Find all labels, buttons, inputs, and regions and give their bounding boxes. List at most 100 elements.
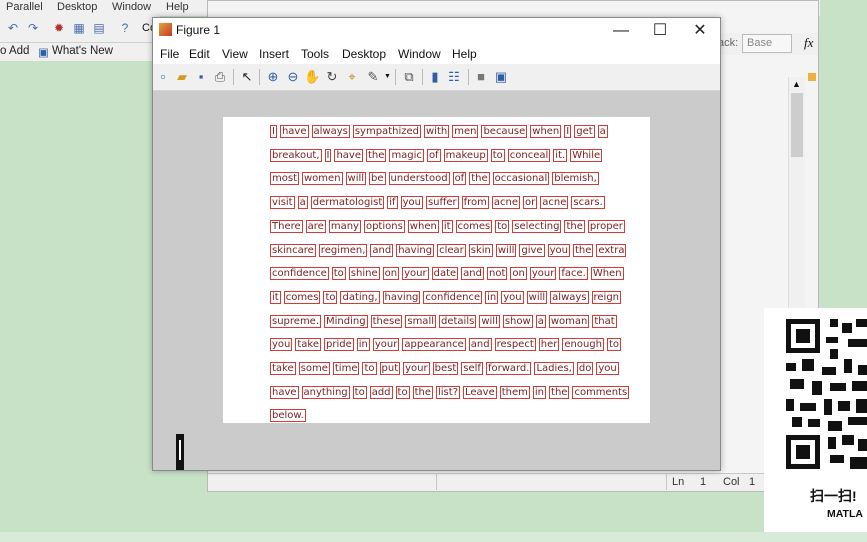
word-box: it: [441, 219, 453, 233]
word-box: There: [270, 219, 303, 233]
stack-select[interactable]: Base: [742, 34, 792, 53]
menu-parallel[interactable]: Parallel: [6, 1, 43, 13]
word-box: will: [495, 243, 517, 257]
word-box: a: [597, 125, 608, 138]
link-icon[interactable]: ⧉: [401, 69, 417, 85]
menu-help[interactable]: Help: [166, 1, 189, 13]
status-position: Ln 1 Col 1: [666, 474, 767, 490]
profiler-icon[interactable]: ▤: [92, 21, 106, 35]
word-box: shine: [348, 267, 380, 281]
text-line: have anything to add to the list? Leave them in th…: [270, 385, 632, 399]
scroll-thumb[interactable]: [791, 93, 803, 157]
scroll-up-icon[interactable]: ▲: [792, 79, 801, 89]
word-box: to: [331, 267, 346, 281]
word-box: give: [519, 243, 545, 257]
open-icon[interactable]: ▰: [174, 69, 190, 85]
menu-desktop[interactable]: Desktop: [342, 47, 386, 61]
rotate-icon[interactable]: ↻: [324, 69, 340, 85]
minimize-button[interactable]: —: [601, 20, 641, 42]
word-box: add: [369, 385, 393, 399]
hide-plot-tools-icon[interactable]: ■: [473, 69, 489, 85]
show-plot-tools-icon[interactable]: ▣: [493, 69, 509, 85]
word-box: the: [572, 243, 594, 257]
close-button[interactable]: ✕: [680, 20, 720, 42]
word-box: you: [501, 290, 524, 304]
figure-canvas[interactable]: Ihave always sympathized with men because when…: [153, 91, 720, 470]
word-box: most: [270, 172, 299, 186]
ln-value: 1: [700, 476, 707, 488]
toolbar-separator: [422, 69, 423, 85]
word-box: show: [502, 314, 533, 328]
word-box: face.: [559, 267, 588, 281]
legend-icon[interactable]: ☷: [446, 69, 462, 85]
word-box: you: [400, 196, 423, 210]
word-box: best: [432, 362, 459, 375]
text-line: skincare regimen, and having clear skin will gi…: [270, 243, 629, 257]
zoom-out-icon[interactable]: ⊖: [285, 69, 301, 85]
add-shortcut-link[interactable]: o Add: [0, 45, 29, 57]
editor-toolstrip: ack: Base fx: [718, 33, 818, 55]
word-box: pride: [324, 338, 354, 352]
word-box: to: [495, 219, 510, 233]
colorbar-icon[interactable]: ▮: [427, 69, 443, 85]
data-cursor-icon[interactable]: ⌖: [344, 69, 360, 85]
word-box: acne: [491, 196, 521, 210]
pointer-icon[interactable]: ↖: [239, 69, 255, 85]
word-box: Minding: [324, 314, 368, 328]
word-box: to: [362, 362, 377, 375]
word-box: clear: [437, 243, 466, 257]
menu-window[interactable]: Window: [112, 1, 151, 13]
menu-tools[interactable]: Tools: [301, 47, 329, 61]
word-box: selecting: [512, 219, 562, 233]
new-figure-icon[interactable]: ▫: [155, 69, 171, 85]
word-box: if: [387, 196, 398, 210]
menu-desktop[interactable]: Desktop: [57, 1, 97, 13]
word-box: comes: [455, 219, 493, 233]
menu-insert[interactable]: Insert: [259, 47, 289, 61]
menu-file[interactable]: File: [160, 47, 179, 61]
save-icon[interactable]: ▪: [193, 69, 209, 85]
zoom-in-icon[interactable]: ⊕: [265, 69, 281, 85]
word-box: the: [366, 148, 387, 162]
text-line: visit a dermatologist if you suffer from acne or…: [270, 196, 608, 210]
whats-new-link[interactable]: What's New: [52, 45, 113, 57]
word-box: occasional: [492, 172, 550, 186]
toolbar-separator: [468, 69, 469, 85]
word-box: list?: [436, 385, 460, 399]
word-box: will: [345, 172, 367, 186]
editor-statusbar: Ln 1 Col 1: [208, 473, 818, 491]
brush-dropdown-icon[interactable]: ▼: [384, 73, 391, 80]
maximize-button[interactable]: ☐: [640, 20, 680, 42]
word-box: Ladies,: [534, 362, 574, 375]
redo-icon[interactable]: ↷: [26, 21, 40, 35]
word-box: women: [302, 172, 343, 186]
word-box: proper: [587, 219, 625, 233]
menu-edit[interactable]: Edit: [189, 47, 210, 61]
word-box: in: [532, 385, 547, 399]
pan-icon[interactable]: ✋: [304, 69, 320, 85]
brush-icon[interactable]: ✎: [365, 69, 381, 85]
word-box: always: [550, 290, 589, 304]
guide-icon[interactable]: ▦: [72, 21, 86, 35]
print-icon[interactable]: ⎙: [212, 69, 228, 85]
menu-help[interactable]: Help: [452, 47, 477, 61]
word-box: appearance: [402, 338, 466, 352]
word-box: details: [439, 314, 477, 328]
word-box: confidence: [423, 290, 483, 304]
simulink-icon[interactable]: ✹: [52, 21, 66, 35]
help-icon[interactable]: ?: [118, 21, 132, 35]
word-box: have: [279, 125, 309, 138]
fx-icon[interactable]: fx: [804, 35, 813, 51]
word-box: sympathized: [352, 125, 421, 138]
word-box: Leave: [463, 385, 497, 399]
word-box: the: [549, 385, 570, 399]
text-image-axes[interactable]: Ihave always sympathized with men because when…: [223, 117, 650, 423]
word-box: respect: [494, 338, 536, 352]
menu-window[interactable]: Window: [398, 47, 441, 61]
undo-icon[interactable]: ↶: [6, 21, 20, 35]
figure-titlebar[interactable]: Figure 1 — ☐ ✕: [153, 18, 720, 44]
menu-view[interactable]: View: [222, 47, 248, 61]
qr-caption: 扫一扫!: [810, 488, 857, 504]
word-box: of: [426, 148, 441, 162]
toolbar-separator: [259, 69, 260, 85]
